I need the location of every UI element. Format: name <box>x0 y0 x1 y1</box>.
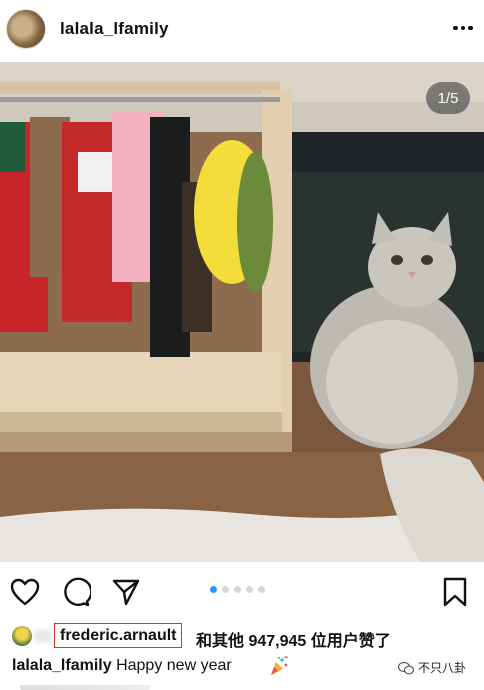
cat-photo-illustration <box>0 62 484 562</box>
profile-avatar[interactable] <box>6 9 46 49</box>
heart-icon[interactable] <box>9 576 41 608</box>
more-horizontal-icon[interactable] <box>448 17 478 39</box>
likes-count-text[interactable]: 和其他 947,945 位用户赞了 <box>196 627 391 651</box>
post-caption: lalala_lfamily Happy new year <box>12 657 232 675</box>
image-counter: 1/5 <box>426 82 470 114</box>
party-popper-icon <box>268 655 290 677</box>
bookmark-icon[interactable] <box>439 576 471 608</box>
watermark-text: 不只八卦 <box>418 661 467 675</box>
carousel-dot-active <box>210 586 217 593</box>
wechat-icon <box>398 661 414 674</box>
caption-text: Happy new year <box>116 657 232 674</box>
liker-username[interactable]: frederic.arnault <box>54 623 183 648</box>
carousel-dot <box>246 586 253 593</box>
liker-avatar[interactable] <box>12 626 32 646</box>
carousel-dot <box>234 586 241 593</box>
post-header: lalala_lfamily <box>0 0 484 62</box>
blurred-name <box>34 629 52 643</box>
watermark: 不只八卦 <box>398 659 466 676</box>
caption-username[interactable]: lalala_lfamily <box>12 657 112 674</box>
post-image[interactable]: 1/5 <box>0 62 484 562</box>
post-username[interactable]: lalala_lfamily <box>60 19 169 39</box>
likes-summary: frederic.arnault 和其他 947,945 位用户赞了 <box>0 620 484 650</box>
truncated-comment-line <box>20 685 150 690</box>
carousel-dot <box>222 586 229 593</box>
carousel-dot <box>258 586 265 593</box>
carousel-indicator <box>210 586 265 593</box>
comment-icon[interactable] <box>60 576 92 608</box>
send-icon[interactable] <box>110 576 142 608</box>
action-bar <box>0 570 484 610</box>
